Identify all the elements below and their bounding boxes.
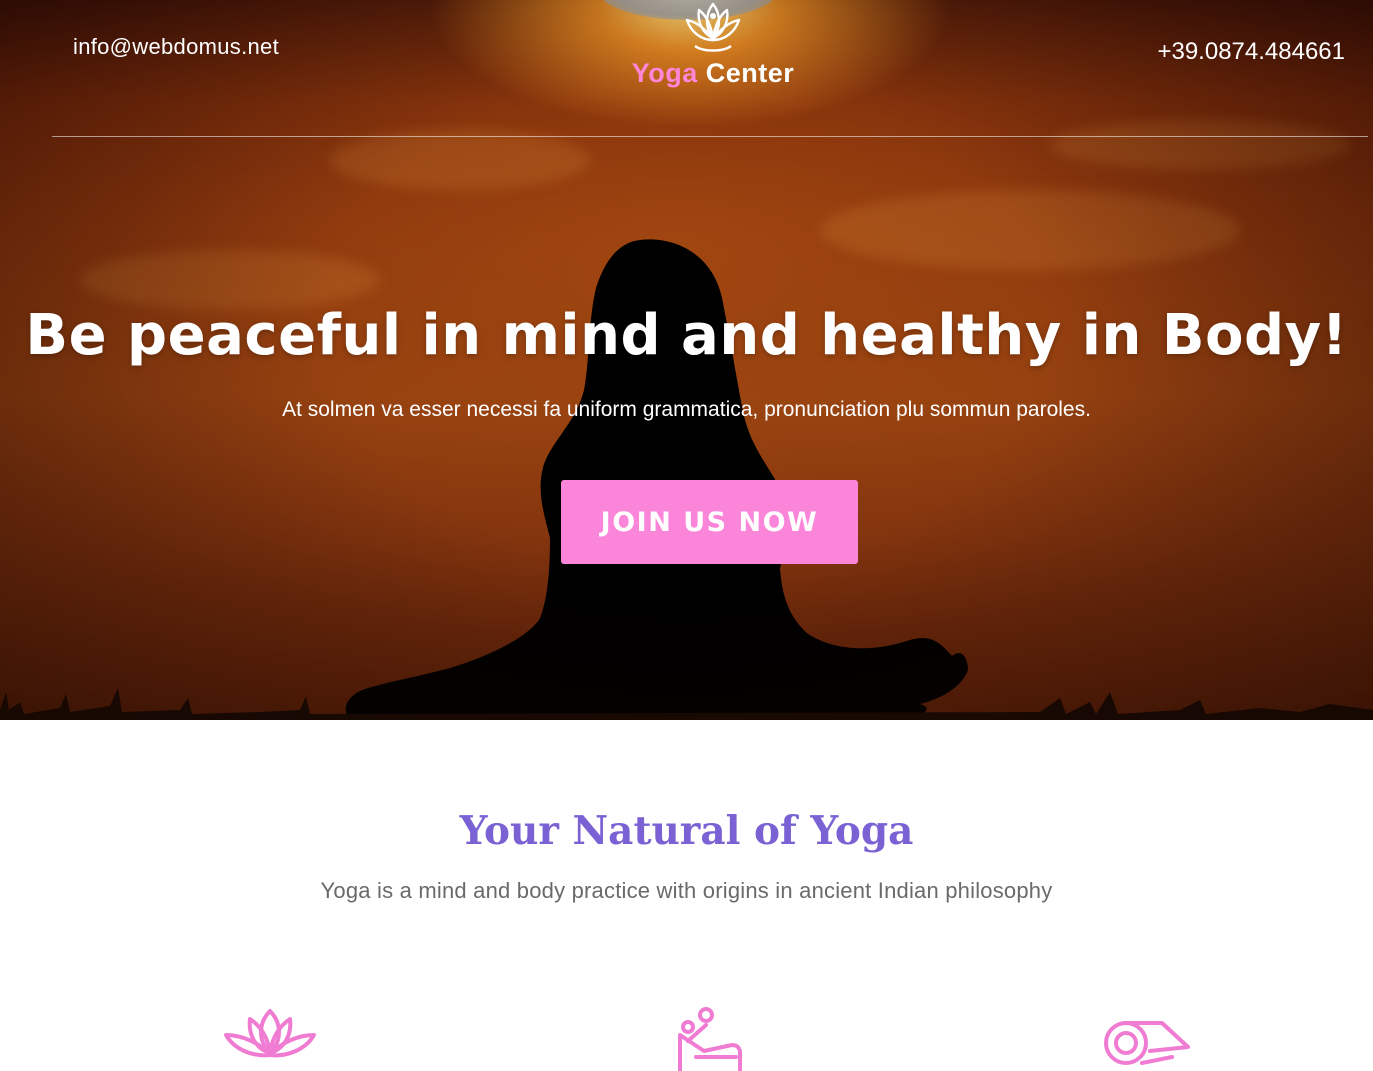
- hero-subtitle: At solmen va esser necessi fa uniform gr…: [282, 398, 1091, 421]
- logo-word-center: Center: [705, 58, 795, 88]
- site-logo[interactable]: Yoga Center: [618, 0, 808, 92]
- contact-phone-link[interactable]: +39.0874.484661: [1157, 38, 1345, 66]
- hero-section: info@webdomus.net Yoga Center +39.0874.4…: [0, 0, 1373, 720]
- yoga-mat-icon: [1104, 1021, 1190, 1065]
- top-bar: info@webdomus.net Yoga Center +39.0874.4…: [0, 0, 1373, 137]
- lotus-icon: [224, 1009, 316, 1058]
- section-description: Yoga is a mind and body practice with or…: [320, 878, 1053, 903]
- header-divider: [52, 136, 1368, 137]
- contact-email-link[interactable]: info@webdomus.net: [73, 34, 279, 60]
- hero-content: Be peaceful in mind and healthy in Body!…: [0, 300, 1373, 422]
- section-title: Your Natural of Yoga: [459, 808, 914, 854]
- join-us-button[interactable]: JOIN US NOW: [561, 480, 858, 564]
- logo-word-yoga: Yoga: [631, 58, 698, 88]
- massage-icon: [678, 1007, 742, 1071]
- hero-title: Be peaceful in mind and healthy in Body!: [25, 303, 1348, 368]
- lotus-figure-icon: [685, 2, 741, 52]
- intro-section: Your Natural of Yoga Yoga is a mind and …: [0, 720, 1373, 1071]
- logo-text: Yoga Center: [618, 58, 808, 89]
